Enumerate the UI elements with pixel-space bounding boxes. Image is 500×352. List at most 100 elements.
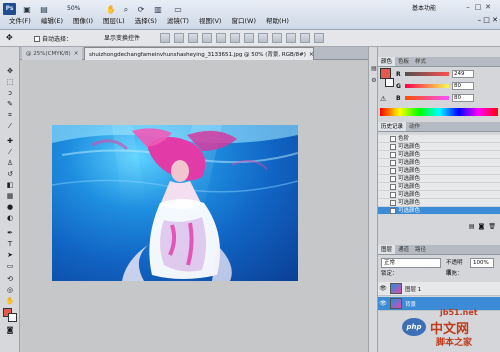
tab-channels[interactable]: 通道 — [395, 245, 412, 254]
color-spectrum-ramp[interactable] — [380, 108, 498, 116]
history-item-selected[interactable]: 可选颜色 — [378, 207, 500, 215]
tab-actions[interactable]: 动作 — [406, 122, 423, 131]
history-item[interactable]: 色阶 — [378, 135, 500, 143]
history-item[interactable]: 可选颜色 — [378, 159, 500, 167]
history-item[interactable]: 可选颜色 — [378, 199, 500, 207]
blue-value-input[interactable]: 80 — [452, 94, 474, 102]
menu-image[interactable]: 图像(I) — [68, 15, 98, 28]
distribute-top-icon[interactable] — [244, 33, 254, 43]
brush-tool-icon[interactable]: ⁄ — [4, 148, 16, 157]
new-document-icon[interactable]: ▤ — [469, 223, 475, 231]
menu-layer[interactable]: 图层(L) — [98, 15, 130, 28]
tab-styles[interactable]: 样式 — [412, 57, 429, 66]
blue-slider[interactable] — [405, 96, 449, 100]
minimize-button[interactable]: – — [463, 2, 473, 12]
align-bottom-icon[interactable] — [188, 33, 198, 43]
zoom-tool-icon[interactable]: ⌕ — [118, 3, 134, 15]
tab-color[interactable]: 颜色 — [378, 57, 396, 66]
move-tool-icon[interactable]: ✥ — [6, 33, 16, 43]
arrange-documents-icon[interactable]: ▥ — [150, 3, 166, 15]
green-value-input[interactable]: 80 — [452, 82, 474, 90]
distribute-bottom-icon[interactable] — [272, 33, 282, 43]
hand-tool-icon[interactable]: ✋ — [4, 297, 16, 306]
gradient-tool-icon[interactable]: ▦ — [4, 192, 16, 201]
tab-history[interactable]: 历史记录 — [378, 122, 407, 131]
close-icon[interactable]: × — [309, 51, 313, 58]
history-item[interactable]: 可选颜色 — [378, 151, 500, 159]
rotate-view-icon[interactable]: ⟳ — [133, 3, 149, 15]
history-item[interactable]: 可选颜色 — [378, 167, 500, 175]
healing-brush-tool-icon[interactable]: ✚ — [4, 137, 16, 146]
history-item[interactable]: 可选颜色 — [378, 191, 500, 199]
move-tool-icon[interactable]: ✥ — [4, 67, 16, 76]
green-slider[interactable] — [405, 84, 449, 88]
pen-tool-icon[interactable]: ✒ — [4, 229, 16, 238]
history-item[interactable]: 可选颜色 — [378, 183, 500, 191]
menu-file[interactable]: 文件(F) — [4, 15, 36, 28]
trash-icon[interactable]: 🗑 — [488, 223, 496, 231]
layer-row[interactable]: 👁 图层 1 — [378, 282, 500, 296]
marquee-tool-icon[interactable]: ⬚ — [4, 78, 16, 87]
panel-icon[interactable]: ▤ — [370, 65, 378, 73]
document-window-controls[interactable]: – □ ✕ — [468, 16, 498, 27]
dodge-tool-icon[interactable]: ◐ — [4, 214, 16, 223]
distribute-middle-icon[interactable] — [258, 33, 268, 43]
close-icon[interactable]: × — [74, 50, 79, 57]
auto-select-option[interactable]: 自动选择： — [34, 33, 104, 44]
history-item[interactable]: 可选颜色 — [378, 175, 500, 183]
eye-icon[interactable]: 👁 — [379, 285, 387, 292]
red-slider[interactable] — [405, 72, 449, 76]
tab-document-1[interactable]: @ 25%(CMYK/8) × — [22, 47, 82, 60]
close-button[interactable]: ✕ — [483, 2, 493, 12]
align-top-icon[interactable] — [160, 33, 170, 43]
underwater-bride-photo[interactable] — [52, 125, 298, 281]
clone-stamp-tool-icon[interactable]: ♙ — [4, 159, 16, 168]
menu-filter[interactable]: 滤镜(T) — [162, 15, 194, 28]
opacity-input[interactable]: 100% — [470, 258, 494, 268]
eyedropper-tool-icon[interactable]: ⁄ — [4, 122, 16, 131]
menu-view[interactable]: 视图(V) — [194, 15, 227, 28]
eye-icon[interactable]: 👁 — [379, 300, 387, 307]
color-panel-background-swatch[interactable] — [385, 78, 394, 87]
background-color-swatch[interactable] — [8, 313, 17, 322]
menu-help[interactable]: 帮助(H) — [261, 15, 294, 28]
panel-icon[interactable]: ⚙ — [370, 77, 378, 85]
menu-select[interactable]: 选择(S) — [130, 15, 162, 28]
distribute-right-icon[interactable] — [314, 33, 324, 43]
menu-edit[interactable]: 编辑(E) — [36, 15, 68, 28]
distribute-left-icon[interactable] — [286, 33, 296, 43]
3d-rotate-tool-icon[interactable]: ⟲ — [4, 275, 16, 284]
zoom-level[interactable]: 50% — [67, 3, 101, 14]
align-left-icon[interactable] — [202, 33, 212, 43]
blend-mode-select[interactable]: 正常 — [381, 258, 441, 268]
path-select-tool-icon[interactable]: ➤ — [4, 251, 16, 260]
lasso-tool-icon[interactable]: ↄ — [4, 89, 16, 98]
tab-document-2[interactable]: shuizhongdechangfameinvhunshasheying_313… — [84, 47, 314, 60]
align-right-icon[interactable] — [230, 33, 240, 43]
history-brush-tool-icon[interactable]: ↺ — [4, 170, 16, 179]
3d-camera-tool-icon[interactable]: ◎ — [4, 286, 16, 295]
eraser-tool-icon[interactable]: ◧ — [4, 181, 16, 190]
align-center-icon[interactable] — [216, 33, 226, 43]
quick-select-tool-icon[interactable]: ✎ — [4, 100, 16, 109]
quick-mask-icon[interactable]: ◙ — [4, 326, 16, 335]
tab-layers[interactable]: 图层 — [378, 245, 396, 254]
workspace-switcher[interactable]: 基本功能 — [412, 3, 462, 14]
shape-tool-icon[interactable]: ▭ — [4, 262, 16, 271]
tab-swatches[interactable]: 色板 — [395, 57, 412, 66]
gamut-warning-icon[interactable]: ⚠ — [380, 95, 386, 103]
auto-select-checkbox[interactable] — [34, 35, 40, 42]
history-item[interactable]: 可选颜色 — [378, 143, 500, 151]
new-snapshot-icon[interactable]: ◙ — [479, 223, 485, 231]
hand-tool-icon[interactable]: ✋ — [103, 3, 119, 15]
menu-window[interactable]: 窗口(W) — [226, 15, 261, 28]
maximize-button[interactable]: □ — [473, 2, 483, 12]
show-transform-label[interactable]: 显示变换控件 — [104, 33, 156, 44]
distribute-center-icon[interactable] — [300, 33, 310, 43]
align-middle-icon[interactable] — [174, 33, 184, 43]
tab-paths[interactable]: 路径 — [412, 245, 429, 254]
type-tool-icon[interactable]: T — [4, 240, 16, 249]
blur-tool-icon[interactable]: ● — [4, 203, 16, 212]
red-value-input[interactable]: 249 — [452, 70, 474, 78]
view-extras-icon[interactable]: ▤ — [36, 3, 52, 15]
